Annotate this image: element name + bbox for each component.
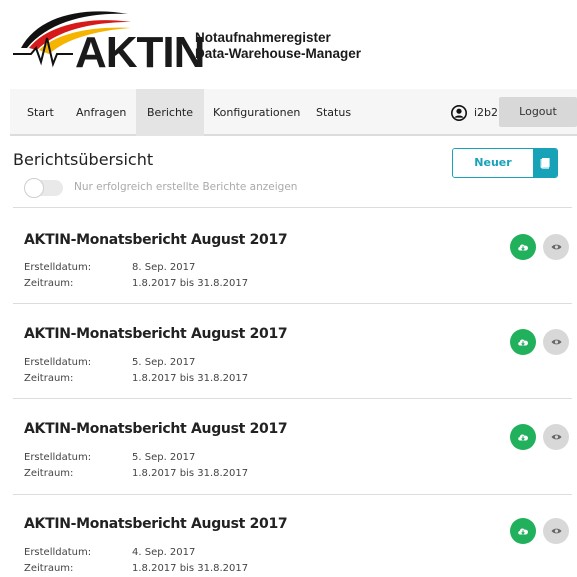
cloud-download-icon (518, 434, 528, 441)
success-filter-label: Nur erfolgreich erstellte Berichte anzei… (74, 181, 298, 193)
period-value: 1.8.2017 bis 31.8.2017 (132, 278, 249, 289)
view-button[interactable] (543, 424, 569, 450)
new-report-label: Neuer Bericht (453, 149, 533, 177)
main-nav: Start Anfragen Berichte Konfigurationen … (10, 89, 577, 136)
toggle-knob (24, 178, 44, 198)
cloud-download-icon (518, 244, 528, 251)
eye-icon (551, 244, 561, 250)
logo-text: AKTIN (75, 28, 205, 77)
report-title: AKTIN-Monatsbericht August 2017 (24, 326, 288, 342)
created-value: 5. Sep. 2017 (132, 357, 196, 368)
nav-item-status[interactable]: Status (316, 89, 351, 136)
divider (13, 303, 572, 304)
period-value: 1.8.2017 bis 31.8.2017 (132, 468, 249, 479)
period-value: 1.8.2017 bis 31.8.2017 (132, 563, 249, 574)
eye-icon (551, 339, 561, 345)
user-menu[interactable]: i2b2 (451, 89, 498, 136)
created-label: Erstelldatum: (24, 357, 92, 368)
created-label: Erstelldatum: (24, 452, 92, 463)
divider (13, 207, 572, 208)
view-button[interactable] (543, 518, 569, 544)
report-item: AKTIN-Monatsbericht August 2017 Erstelld… (0, 421, 577, 509)
eye-icon (551, 528, 561, 534)
app-title-line1: Notaufnahmeregister (195, 30, 331, 45)
download-button[interactable] (510, 424, 536, 450)
app-title-line2: Data-Warehouse-Manager (195, 46, 362, 61)
user-name: i2b2 (474, 106, 499, 119)
app-header: AKTIN Notaufnahmeregister Data-Warehouse… (0, 0, 577, 85)
cloud-download-icon (518, 339, 528, 346)
nav-item-start[interactable]: Start (27, 89, 54, 136)
created-value: 8. Sep. 2017 (132, 262, 196, 273)
period-label: Zeitraum: (24, 468, 74, 479)
cloud-download-icon (518, 528, 528, 535)
book-icon (533, 149, 557, 177)
nav-item-konfigurationen[interactable]: Konfigurationen (213, 89, 300, 136)
nav-item-berichte[interactable]: Berichte (136, 89, 204, 136)
page-title: Berichtsübersicht (13, 150, 154, 169)
eye-icon (551, 434, 561, 440)
nav-item-anfragen[interactable]: Anfragen (76, 89, 126, 136)
report-title: AKTIN-Monatsbericht August 2017 (24, 516, 288, 532)
created-value: 5. Sep. 2017 (132, 452, 196, 463)
app-title: Notaufnahmeregister Data-Warehouse-Manag… (195, 30, 361, 62)
view-button[interactable] (543, 234, 569, 260)
success-filter-toggle[interactable] (24, 178, 63, 198)
download-button[interactable] (510, 329, 536, 355)
new-report-button[interactable]: Neuer Bericht (452, 148, 558, 178)
created-label: Erstelldatum: (24, 547, 92, 558)
report-item: AKTIN-Monatsbericht August 2017 Erstelld… (0, 326, 577, 414)
period-label: Zeitraum: (24, 373, 74, 384)
download-button[interactable] (510, 518, 536, 544)
divider (13, 494, 572, 495)
view-button[interactable] (543, 329, 569, 355)
logout-button[interactable]: Logout (499, 97, 577, 127)
created-label: Erstelldatum: (24, 262, 92, 273)
aktin-logo: AKTIN (13, 8, 205, 75)
download-button[interactable] (510, 234, 536, 260)
period-label: Zeitraum: (24, 278, 74, 289)
divider (13, 398, 572, 399)
report-title: AKTIN-Monatsbericht August 2017 (24, 232, 288, 248)
user-circle-icon (451, 104, 467, 121)
report-title: AKTIN-Monatsbericht August 2017 (24, 421, 288, 437)
period-label: Zeitraum: (24, 563, 74, 574)
period-value: 1.8.2017 bis 31.8.2017 (132, 373, 249, 384)
report-item: AKTIN-Monatsbericht August 2017 Erstelld… (0, 232, 577, 320)
report-item: AKTIN-Monatsbericht August 2017 Erstelld… (0, 516, 577, 577)
created-value: 4. Sep. 2017 (132, 547, 196, 558)
